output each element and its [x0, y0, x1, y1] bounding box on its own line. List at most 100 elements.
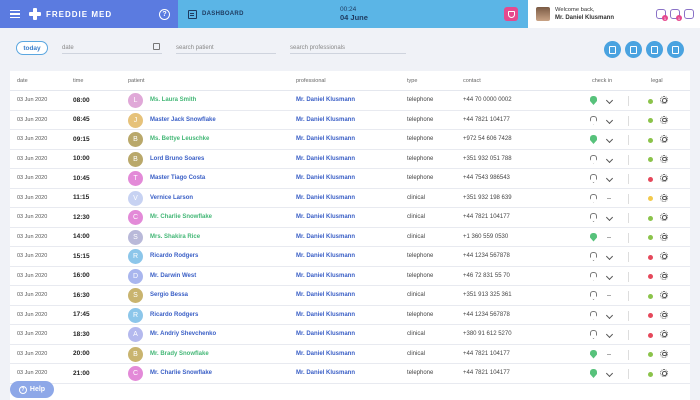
gear-icon[interactable] [660, 232, 668, 241]
table-row[interactable]: 03 Jun 2020 12:30 C Mr. Charlie Snowflake Mr… [10, 208, 690, 228]
patient-name[interactable]: Mrs. Shakira Rice [150, 234, 200, 240]
table-row[interactable]: 03 Jun 2020 11:15 V Vernice Larson Mr. Danie… [10, 189, 690, 208]
professional-name[interactable]: Mr. Daniel Klusmann [296, 273, 355, 279]
patient-name[interactable]: Mr. Andriy Shevchenko [150, 331, 216, 337]
gear-icon[interactable] [660, 291, 668, 299]
table-row[interactable]: 03 Jun 2020 21:00 C Mr. Charlie Snowflake Mr… [10, 364, 690, 384]
gear-icon[interactable] [660, 96, 668, 104]
search-professional-input[interactable]: search professionals [290, 42, 406, 54]
professional-name[interactable]: Mr. Daniel Klusmann [296, 117, 355, 123]
bell-icon[interactable]: 1 [670, 9, 682, 21]
calendar-icon[interactable] [153, 43, 160, 50]
checkin-pin-icon[interactable] [590, 213, 597, 222]
table-row[interactable]: 03 Jun 2020 18:30 A Mr. Andriy Shevchenko Mr… [10, 325, 690, 345]
professional-name[interactable]: Mr. Daniel Klusmann [296, 351, 355, 357]
gear-icon[interactable] [660, 154, 668, 163]
checkin-pin-icon[interactable] [590, 232, 597, 242]
checkin-pin-icon[interactable] [590, 291, 597, 300]
date-field[interactable]: date [62, 42, 162, 54]
patient-name[interactable]: Mr. Charlie Snowflake [150, 214, 212, 220]
checkin-pin-icon[interactable] [590, 115, 597, 125]
table-row[interactable]: 03 Jun 2020 20:00 B Mr. Brady Snowflake Mr. … [10, 345, 690, 364]
table-row[interactable]: 03 Jun 2020 15:15 R Ricardo Rodgers Mr. Dani… [10, 247, 690, 267]
professional-name[interactable]: Mr. Daniel Klusmann [296, 214, 355, 220]
gear-icon[interactable] [660, 213, 668, 221]
checkin-pin-icon[interactable] [590, 330, 597, 339]
chevron-down-icon[interactable] [605, 116, 614, 124]
calendar-button[interactable] [667, 41, 684, 58]
chevron-down-icon[interactable] [605, 213, 614, 222]
patient-name[interactable]: Ricardo Rodgers [150, 253, 198, 259]
edit-button[interactable] [646, 41, 663, 58]
chat-icon[interactable] [684, 9, 694, 19]
patient-name[interactable]: Ms. Bettye Leuschke [150, 136, 209, 142]
gear-icon[interactable] [660, 271, 668, 280]
patient-name[interactable]: Ms. Laura Smith [150, 97, 196, 103]
table-row[interactable]: 03 Jun 2020 10:45 T Master Tiago Costa Mr. D… [10, 169, 690, 189]
gear-icon[interactable] [660, 330, 668, 338]
chevron-down-icon[interactable] [605, 369, 614, 378]
chevron-down-icon[interactable] [605, 252, 614, 261]
gear-icon[interactable] [660, 115, 668, 124]
checkin-pin-icon[interactable] [590, 154, 597, 164]
gear-icon[interactable] [660, 174, 668, 182]
checkin-pin-icon[interactable] [590, 252, 597, 261]
table-row[interactable]: 03 Jun 2020 16:00 D Mr. Darwin West Mr. Dani… [10, 267, 690, 286]
patient-name[interactable]: Ricardo Rodgers [150, 312, 198, 318]
table-row[interactable]: 03 Jun 2020 08:00 L Ms. Laura Smith Mr. Dani… [10, 91, 690, 111]
professional-name[interactable]: Mr. Daniel Klusmann [296, 331, 355, 337]
question-circle-icon[interactable]: ? [159, 8, 170, 20]
checkin-pin-icon[interactable] [590, 369, 597, 378]
chevron-down-icon[interactable] [605, 330, 614, 339]
professional-name[interactable]: Mr. Daniel Klusmann [296, 253, 355, 259]
chevron-down-icon[interactable] [605, 155, 614, 163]
checkin-pin-icon[interactable] [590, 349, 597, 359]
professional-name[interactable]: Mr. Daniel Klusmann [296, 97, 355, 103]
documents-button[interactable] [625, 41, 642, 58]
patient-name[interactable]: Lord Bruno Soares [150, 156, 204, 162]
patient-name[interactable]: Vernice Larson [150, 195, 193, 201]
search-patient-input[interactable]: search patient [176, 42, 276, 54]
professional-name[interactable]: Mr. Daniel Klusmann [296, 312, 355, 318]
new-appointment-button[interactable] [604, 41, 621, 58]
table-row[interactable]: 03 Jun 2020 08:45 J Master Jack Snowflake Mr… [10, 111, 690, 130]
patient-name[interactable]: Master Tiago Costa [150, 175, 205, 181]
menu-icon[interactable] [10, 10, 20, 18]
checkin-pin-icon[interactable] [590, 310, 597, 320]
gear-icon[interactable] [660, 135, 668, 143]
table-row[interactable]: 03 Jun 2020 16:30 S Sergio Bessa Mr. Daniel … [10, 286, 690, 306]
professional-name[interactable]: Mr. Daniel Klusmann [296, 292, 355, 298]
professional-name[interactable]: Mr. Daniel Klusmann [296, 156, 355, 162]
checkin-pin-icon[interactable] [590, 193, 597, 203]
patient-name[interactable]: Mr. Charlie Snowflake [150, 370, 212, 376]
chevron-down-icon[interactable] [605, 96, 614, 105]
checkin-pin-icon[interactable] [590, 271, 597, 281]
chevron-down-icon[interactable] [605, 272, 614, 280]
patient-name[interactable]: Mr. Brady Snowflake [150, 351, 209, 357]
table-row[interactable]: 03 Jun 2020 14:00 S Mrs. Shakira Rice Mr. Da… [10, 228, 690, 247]
gear-icon[interactable] [660, 310, 668, 319]
professional-name[interactable]: Mr. Daniel Klusmann [296, 234, 355, 240]
help-button[interactable]: ? Help [10, 381, 54, 398]
section-title[interactable]: DASHBOARD [202, 11, 244, 17]
chevron-down-icon[interactable] [605, 135, 614, 144]
patient-name[interactable]: Master Jack Snowflake [150, 117, 216, 123]
shield-icon[interactable] [504, 7, 518, 21]
gear-icon[interactable] [660, 349, 668, 358]
table-row[interactable]: 03 Jun 2020 17:45 R Ricardo Rodgers Mr. Dani… [10, 306, 690, 325]
gear-icon[interactable] [660, 369, 668, 377]
chevron-down-icon[interactable] [605, 174, 614, 183]
checkin-pin-icon[interactable] [590, 135, 597, 144]
chevron-down-icon[interactable] [605, 311, 614, 319]
table-row[interactable]: 03 Jun 2020 10:00 B Lord Bruno Soares Mr. Da… [10, 150, 690, 169]
user-avatar[interactable] [536, 7, 550, 21]
people-icon[interactable]: 1 [656, 9, 668, 21]
gear-icon[interactable] [660, 252, 668, 260]
gear-icon[interactable] [660, 193, 668, 202]
professional-name[interactable]: Mr. Daniel Klusmann [296, 195, 355, 201]
professional-name[interactable]: Mr. Daniel Klusmann [296, 136, 355, 142]
checkin-pin-icon[interactable] [590, 174, 597, 183]
checkin-pin-icon[interactable] [590, 96, 597, 105]
patient-name[interactable]: Mr. Darwin West [150, 273, 196, 279]
professional-name[interactable]: Mr. Daniel Klusmann [296, 175, 355, 181]
